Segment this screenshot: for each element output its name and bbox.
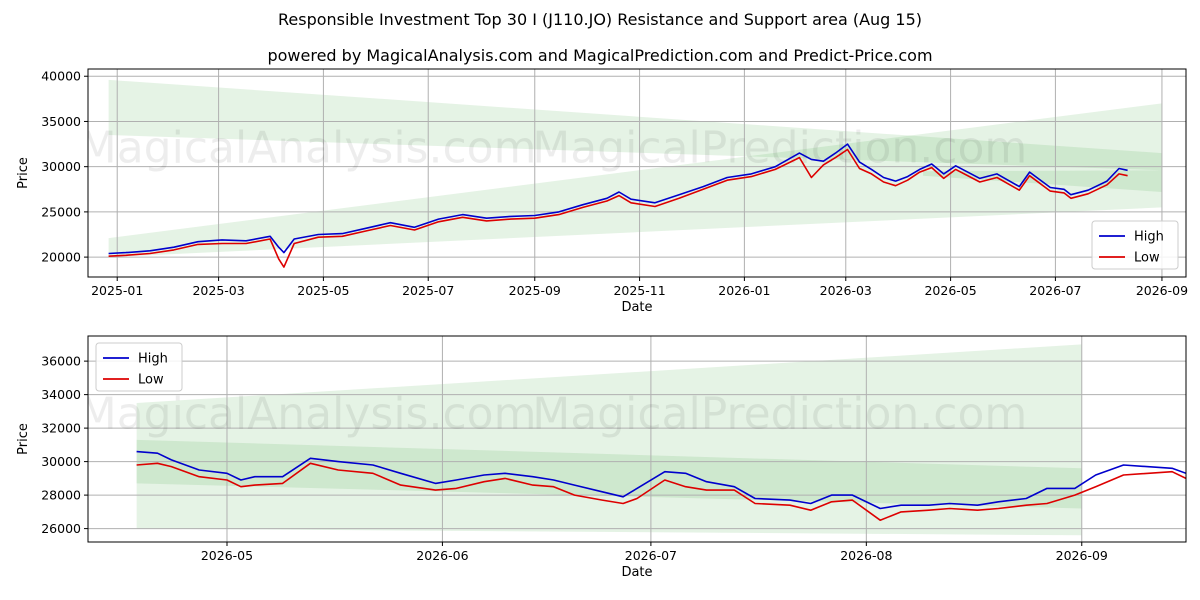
support-resistance-band [136, 344, 1082, 536]
x-tick-label: 2026-03 [820, 283, 872, 298]
plot-1: MagicalAnalysis.comMagicalPrediction.com… [16, 68, 1188, 315]
plot-2: MagicalAnalysis.comMagicalPrediction.com… [16, 335, 1187, 580]
plot-area: MagicalAnalysis.comMagicalPrediction.com [79, 336, 1186, 542]
x-tick-label: 2025-09 [509, 283, 561, 298]
y-tick-label: 26000 [41, 521, 81, 536]
watermark-right: MagicalPrediction.com [532, 123, 1027, 174]
legend-label-low: Low [1134, 251, 1160, 266]
watermark-right: MagicalPrediction.com [532, 389, 1027, 440]
x-axis-label: Date [621, 565, 652, 580]
y-axis-label: Price [16, 423, 31, 455]
legend: High Low [95, 342, 183, 392]
x-tick-label: 2026-07 [625, 548, 677, 563]
y-tick-label: 30000 [41, 159, 81, 174]
watermark-left: MagicalAnalysis.com [79, 389, 537, 440]
y-tick-label: 35000 [41, 114, 81, 129]
x-tick-label: 2026-05 [201, 548, 253, 563]
y-axis-label: Price [16, 157, 31, 189]
y-tick-label: 28000 [41, 488, 81, 503]
legend: High Low [1091, 220, 1179, 270]
x-tick-label: 2026-05 [924, 283, 976, 298]
watermark-left: MagicalAnalysis.com [79, 123, 537, 174]
chart-canvas: MagicalAnalysis.comMagicalPrediction.com… [16, 68, 1188, 580]
x-tick-label: 2025-05 [297, 283, 349, 298]
x-tick-label: 2025-07 [402, 283, 454, 298]
x-tick-label: 2026-07 [1029, 283, 1081, 298]
legend-label-low: Low [138, 373, 164, 388]
x-tick-label: 2025-03 [192, 283, 244, 298]
y-tick-label: 20000 [41, 250, 81, 265]
x-tick-label: 2026-08 [840, 548, 892, 563]
y-tick-label: 34000 [41, 387, 81, 402]
x-tick-label: 2026-09 [1136, 283, 1188, 298]
plot-area: MagicalAnalysis.comMagicalPrediction.com [79, 69, 1186, 277]
legend-label-high: High [138, 352, 168, 367]
x-axis-label: Date [621, 300, 652, 315]
x-tick-label: 2026-01 [718, 283, 770, 298]
y-tick-label: 36000 [41, 354, 81, 369]
y-tick-label: 30000 [41, 454, 81, 469]
legend-label-high: High [1134, 230, 1164, 245]
y-tick-label: 32000 [41, 421, 81, 436]
y-tick-label: 40000 [41, 69, 81, 84]
x-tick-label: 2026-06 [416, 548, 468, 563]
x-tick-label: 2025-01 [91, 283, 143, 298]
y-tick-label: 25000 [41, 204, 81, 219]
x-tick-label: 2025-11 [613, 283, 665, 298]
x-tick-label: 2026-09 [1056, 548, 1108, 563]
